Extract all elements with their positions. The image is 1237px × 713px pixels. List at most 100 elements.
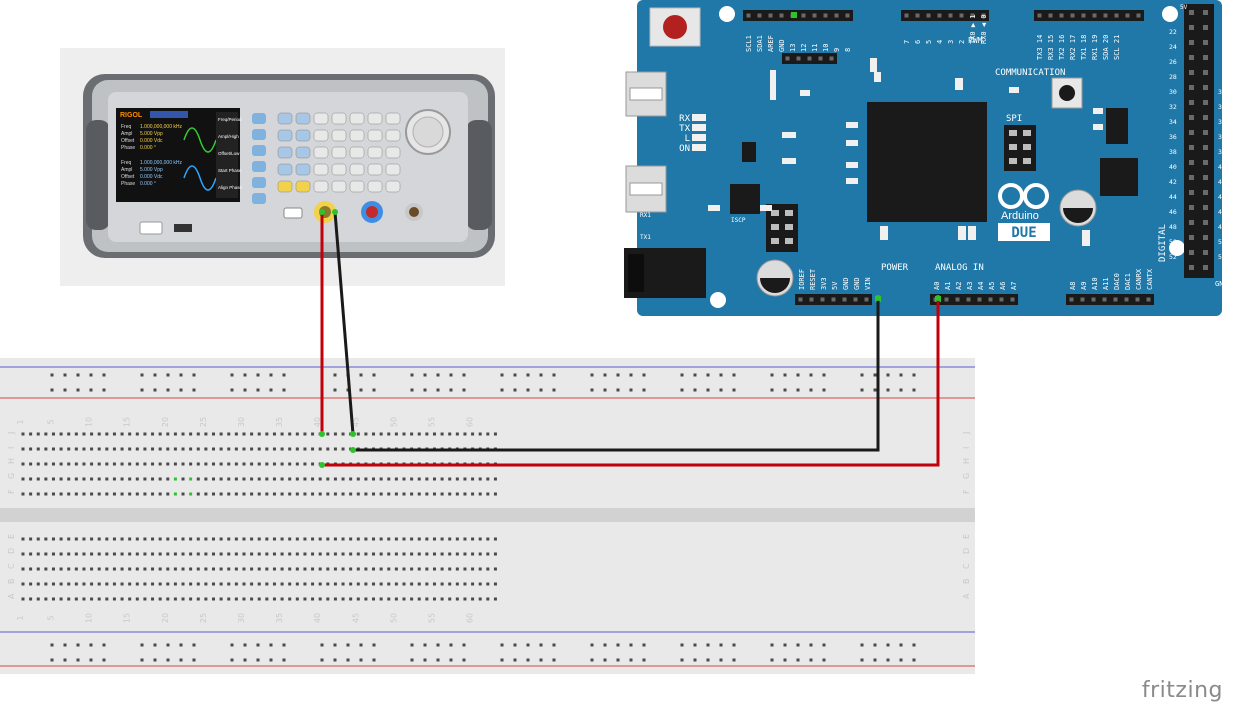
header-pin[interactable] — [757, 13, 762, 18]
header-pin[interactable] — [1080, 297, 1085, 302]
keypad-button[interactable] — [331, 112, 347, 125]
header-pin[interactable] — [999, 297, 1004, 302]
spi-pin[interactable] — [1023, 130, 1031, 136]
header-pin[interactable] — [1203, 220, 1208, 225]
header-pin[interactable] — [1189, 85, 1194, 90]
keypad-button[interactable] — [295, 146, 311, 159]
header-pin[interactable] — [746, 13, 751, 18]
header-pin[interactable] — [904, 13, 909, 18]
header-pin[interactable] — [915, 13, 920, 18]
header-pin[interactable] — [1070, 13, 1075, 18]
header-pin[interactable] — [1124, 297, 1129, 302]
header-pin[interactable] — [1010, 297, 1015, 302]
keypad-button[interactable] — [313, 163, 329, 176]
header-pin[interactable] — [1203, 85, 1208, 90]
header-pin[interactable] — [1125, 13, 1130, 18]
header-pin[interactable] — [1135, 297, 1140, 302]
header-pin[interactable] — [1189, 40, 1194, 45]
header-pin[interactable] — [807, 56, 812, 61]
keypad-button[interactable] — [331, 180, 347, 193]
menu-softkey[interactable] — [252, 129, 266, 140]
keypad-button[interactable] — [277, 180, 293, 193]
header-pin[interactable] — [864, 297, 869, 302]
header-pin[interactable] — [948, 13, 953, 18]
header-pin[interactable] — [944, 297, 949, 302]
keypad-button[interactable] — [367, 129, 383, 142]
header-pin[interactable] — [798, 297, 803, 302]
header-pin[interactable] — [1048, 13, 1053, 18]
header-pin[interactable] — [1189, 115, 1194, 120]
keypad-button[interactable] — [349, 180, 365, 193]
icsp-pin[interactable] — [771, 210, 779, 216]
header-pin[interactable] — [1189, 100, 1194, 105]
icsp-pin[interactable] — [785, 238, 793, 244]
menu-softkey[interactable] — [252, 161, 266, 172]
header-pin[interactable] — [1203, 205, 1208, 210]
header-pin[interactable] — [1189, 10, 1194, 15]
header-pin[interactable] — [1113, 297, 1118, 302]
header-pin[interactable] — [785, 56, 790, 61]
header-pin[interactable] — [1189, 190, 1194, 195]
keypad-button[interactable] — [349, 129, 365, 142]
keypad-button[interactable] — [277, 129, 293, 142]
keypad-button[interactable] — [277, 163, 293, 176]
menu-softkey[interactable] — [252, 145, 266, 156]
header-pin[interactable] — [955, 297, 960, 302]
icsp-pin[interactable] — [771, 224, 779, 230]
keypad-button[interactable] — [277, 146, 293, 159]
header-pin[interactable] — [1189, 130, 1194, 135]
header-pin[interactable] — [845, 13, 850, 18]
header-pin[interactable] — [1146, 297, 1151, 302]
header-pin[interactable] — [1059, 13, 1064, 18]
keypad-button[interactable] — [385, 112, 401, 125]
keypad-button[interactable] — [385, 163, 401, 176]
generator-power-button[interactable] — [139, 221, 163, 235]
header-pin[interactable] — [1203, 10, 1208, 15]
keypad-button[interactable] — [367, 163, 383, 176]
header-pin[interactable] — [1081, 13, 1086, 18]
icsp-pin[interactable] — [785, 210, 793, 216]
spi-pin[interactable] — [1023, 158, 1031, 164]
menu-softkey[interactable] — [252, 113, 266, 124]
keypad-button[interactable] — [385, 129, 401, 142]
header-pin[interactable] — [796, 56, 801, 61]
header-pin[interactable] — [1189, 160, 1194, 165]
header-pin[interactable] — [1203, 70, 1208, 75]
header-pin[interactable] — [1203, 160, 1208, 165]
keypad-button[interactable] — [313, 112, 329, 125]
header-pin[interactable] — [779, 13, 784, 18]
icsp-pin[interactable] — [771, 238, 779, 244]
menu-softkey[interactable] — [252, 177, 266, 188]
header-pin[interactable] — [1092, 13, 1097, 18]
header-pin[interactable] — [1203, 250, 1208, 255]
spi-pin[interactable] — [1009, 144, 1017, 150]
keypad-button[interactable] — [331, 146, 347, 159]
header-pin[interactable] — [1203, 175, 1208, 180]
header-pin[interactable] — [1203, 100, 1208, 105]
header-pin[interactable] — [1203, 25, 1208, 30]
keypad-button[interactable] — [367, 112, 383, 125]
header-pin[interactable] — [1203, 115, 1208, 120]
header-pin[interactable] — [1189, 235, 1194, 240]
header-pin[interactable] — [1189, 55, 1194, 60]
header-pin[interactable] — [834, 13, 839, 18]
header-pin[interactable] — [801, 13, 806, 18]
keypad-button[interactable] — [313, 129, 329, 142]
header-pin[interactable] — [1103, 13, 1108, 18]
keypad-button[interactable] — [295, 129, 311, 142]
keypad-button[interactable] — [385, 146, 401, 159]
header-pin[interactable] — [959, 13, 964, 18]
header-pin[interactable] — [768, 13, 773, 18]
header-pin[interactable] — [1203, 235, 1208, 240]
keypad-button[interactable] — [331, 129, 347, 142]
header-pin[interactable] — [1189, 70, 1194, 75]
keypad-button[interactable] — [367, 146, 383, 159]
header-pin[interactable] — [1136, 13, 1141, 18]
keypad-button[interactable] — [385, 180, 401, 193]
header-pin[interactable] — [1203, 55, 1208, 60]
header-pin[interactable] — [988, 297, 993, 302]
header-pin[interactable] — [1189, 265, 1194, 270]
header-pin[interactable] — [1091, 297, 1096, 302]
header-pin[interactable] — [937, 13, 942, 18]
header-pin[interactable] — [1189, 145, 1194, 150]
